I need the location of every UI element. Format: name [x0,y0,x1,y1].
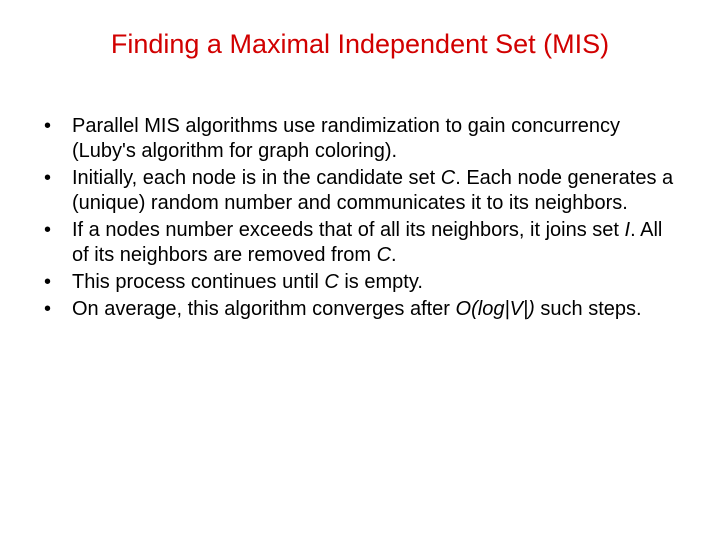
list-item: Initially, each node is in the candidate… [36,166,684,216]
list-item: If a nodes number exceeds that of all it… [36,218,684,268]
list-item: This process continues until C is empty. [36,270,684,295]
bullet-list: Parallel MIS algorithms use randimizatio… [36,114,684,322]
list-item: Parallel MIS algorithms use randimizatio… [36,114,684,164]
slide-title: Finding a Maximal Independent Set (MIS) [36,28,684,62]
list-item: On average, this algorithm converges aft… [36,297,684,322]
